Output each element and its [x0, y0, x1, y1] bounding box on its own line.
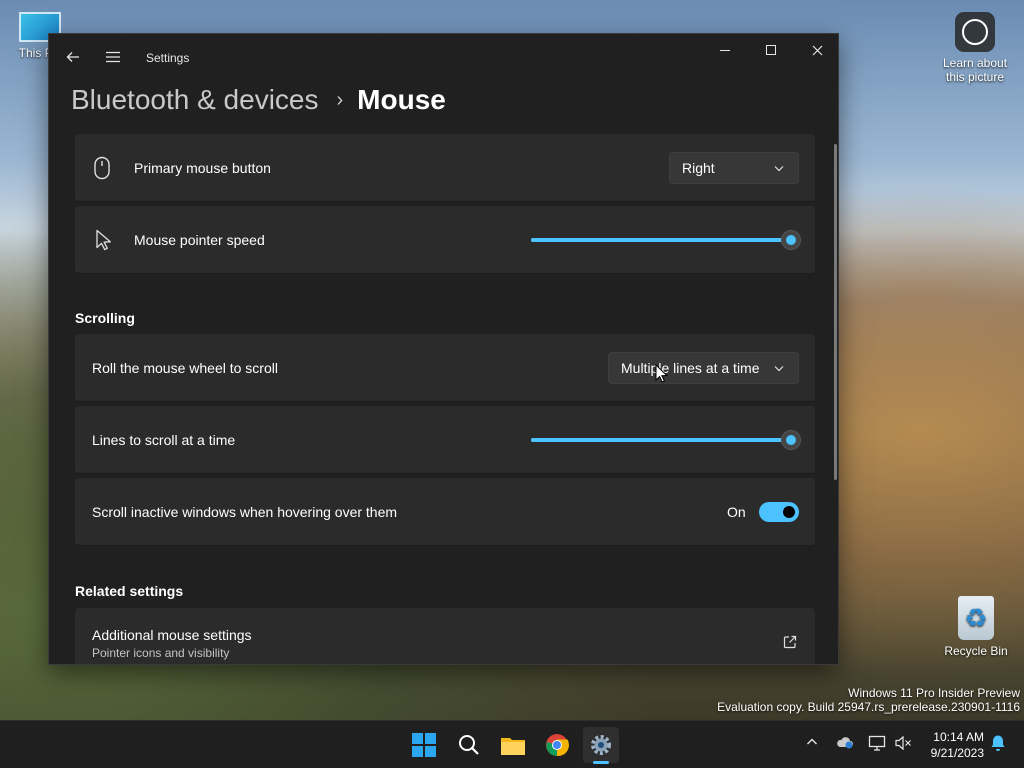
bell-icon: [991, 735, 1005, 751]
slider-fill: [531, 238, 791, 242]
roll-mouse-wheel-dropdown[interactable]: Multiple lines at a time: [608, 352, 799, 384]
desktop-icon-recycle-bin[interactable]: ♻ Recycle Bin: [940, 596, 1012, 658]
setting-label: Scroll inactive windows when hovering ov…: [92, 504, 398, 520]
setting-label: Additional mouse settings: [92, 627, 252, 643]
folder-icon: [501, 738, 525, 755]
taskbar-clock[interactable]: 10:14 AM 9/21/2023: [922, 729, 984, 761]
clock-time: 10:14 AM: [933, 730, 984, 744]
lines-to-scroll-slider[interactable]: [531, 430, 801, 450]
mouse-icon: [94, 156, 110, 180]
camera-info-icon: [955, 12, 995, 52]
search-button[interactable]: [451, 727, 487, 763]
start-button[interactable]: [406, 727, 442, 763]
setting-card-roll-mouse-wheel: Roll the mouse wheel to scroll Multiple …: [75, 334, 815, 402]
minimize-button[interactable]: [702, 34, 748, 66]
section-title-scrolling: Scrolling: [75, 310, 135, 326]
chrome-button[interactable]: [539, 727, 575, 763]
slider-thumb[interactable]: [781, 230, 801, 250]
clock-date: 9/21/2023: [930, 746, 984, 760]
windows-watermark: Windows 11 Pro Insider Preview Evaluatio…: [717, 686, 1020, 714]
recycle-bin-icon: ♻: [958, 596, 994, 640]
back-arrow-icon: [66, 52, 79, 62]
minimize-icon: [720, 49, 730, 51]
desktop-icon-label: Learn about this picture: [942, 56, 1008, 84]
cursor-icon: [96, 229, 111, 251]
volume-muted-icon: [895, 735, 911, 751]
maximize-button[interactable]: [748, 34, 794, 66]
watermark-line-2: Evaluation copy. Build 25947.rs_prerelea…: [717, 700, 1020, 714]
setting-card-lines-to-scroll: Lines to scroll at a time: [75, 406, 815, 474]
network-tray-button[interactable]: [868, 735, 886, 754]
setting-label: Primary mouse button: [134, 160, 271, 176]
close-button[interactable]: [794, 34, 838, 66]
chevron-up-icon: [807, 738, 817, 745]
dropdown-value: Right: [682, 160, 715, 176]
section-title-related-settings: Related settings: [75, 583, 184, 599]
setting-card-mouse-pointer-speed: Mouse pointer speed: [75, 206, 815, 274]
setting-label: Roll the mouse wheel to scroll: [92, 360, 278, 376]
setting-card-scroll-inactive-windows: Scroll inactive windows when hovering ov…: [75, 478, 815, 546]
slider-fill: [531, 438, 791, 442]
breadcrumb-parent-link[interactable]: Bluetooth & devices: [71, 84, 319, 116]
breadcrumb-separator: ›: [336, 88, 344, 111]
volume-tray-button[interactable]: [894, 735, 912, 754]
mouse-pointer-speed-slider[interactable]: [531, 230, 801, 250]
mouse-cursor-icon: [655, 364, 668, 383]
desktop-icon-label: Recycle Bin: [944, 644, 1008, 658]
setting-label: Mouse pointer speed: [134, 232, 265, 248]
notifications-button[interactable]: [990, 734, 1006, 755]
title-bar[interactable]: Settings: [49, 34, 838, 82]
maximize-icon: [766, 45, 776, 55]
settings-taskbar-button[interactable]: [583, 727, 619, 764]
slider-thumb[interactable]: [781, 430, 801, 450]
window-title: Settings: [146, 51, 190, 65]
setting-label: Lines to scroll at a time: [92, 432, 236, 448]
file-explorer-button[interactable]: [495, 727, 531, 763]
setting-card-additional-mouse-settings[interactable]: Additional mouse settings Pointer icons …: [75, 608, 815, 664]
chrome-icon: [546, 734, 569, 757]
open-external-icon: [783, 635, 797, 649]
dropdown-value: Multiple lines at a time: [621, 360, 760, 376]
settings-window: Settings Bluetooth & devices › Mouse Pri…: [48, 33, 839, 665]
primary-mouse-button-dropdown[interactable]: Right: [669, 152, 799, 184]
gear-icon: [591, 735, 611, 755]
content-scrollbar[interactable]: [834, 144, 837, 480]
search-icon: [459, 735, 479, 755]
watermark-line-1: Windows 11 Pro Insider Preview: [848, 686, 1020, 700]
network-icon: [868, 735, 886, 751]
toggle-state-label: On: [727, 504, 746, 520]
desktop-icon-learn-about-picture[interactable]: Learn about this picture: [938, 12, 1012, 84]
chevron-down-icon: [774, 366, 784, 372]
breadcrumb: Bluetooth & devices › Mouse: [71, 80, 446, 120]
taskbar: 10:14 AM 9/21/2023: [0, 720, 1024, 768]
scroll-inactive-windows-toggle[interactable]: [759, 502, 799, 522]
show-hidden-icons-button[interactable]: [806, 735, 818, 751]
setting-sublabel: Pointer icons and visibility: [92, 646, 230, 660]
hamburger-icon: [106, 51, 120, 63]
back-button[interactable]: [58, 42, 88, 72]
cloud-info-icon: [837, 737, 853, 749]
setting-card-primary-mouse-button: Primary mouse button Right: [75, 134, 815, 202]
onedrive-tray-button[interactable]: [836, 735, 854, 752]
navigation-menu-button[interactable]: [98, 42, 128, 72]
page-title: Mouse: [357, 84, 446, 115]
toggle-knob: [783, 506, 795, 518]
chevron-down-icon: [774, 166, 784, 172]
windows-logo-icon: [412, 733, 436, 757]
close-icon: [812, 45, 822, 55]
